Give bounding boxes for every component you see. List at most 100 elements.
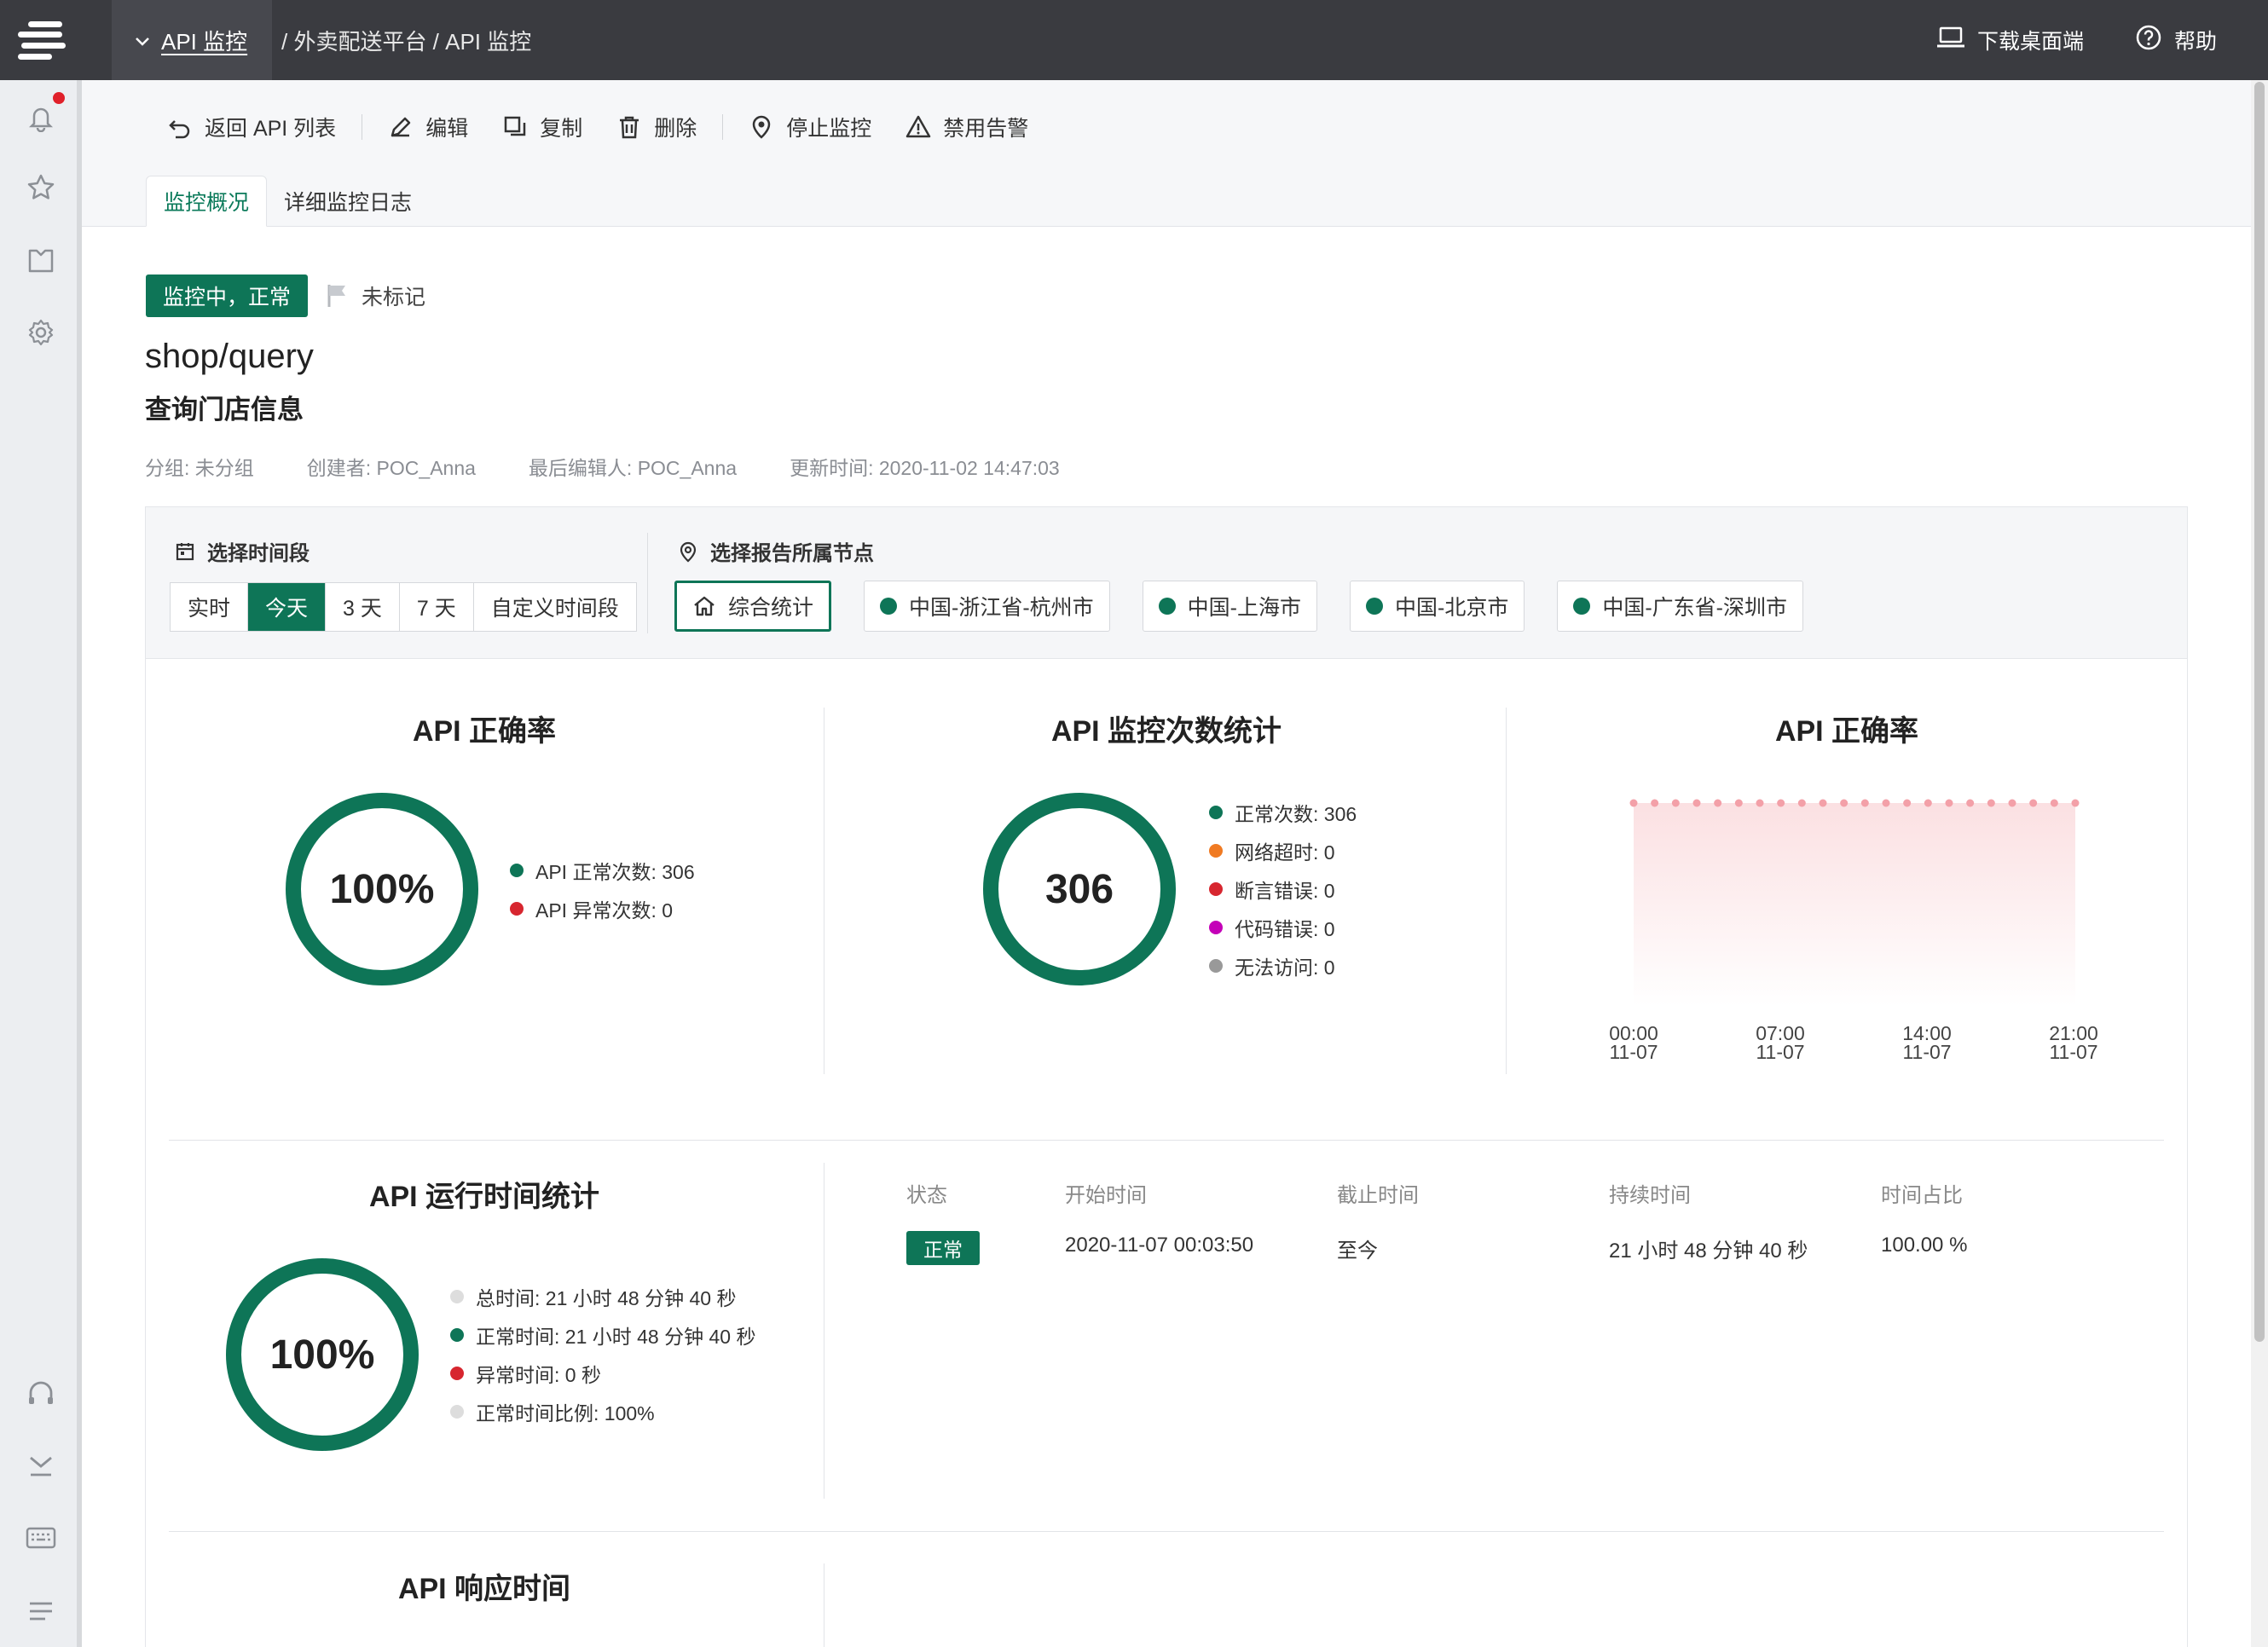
trend-title: API 正确率 bbox=[1774, 715, 1919, 748]
back-to-list-button[interactable]: 返回 API 列表 bbox=[150, 106, 353, 148]
api-name: 查询门店信息 bbox=[145, 395, 304, 425]
keyboard-icon[interactable] bbox=[24, 1521, 58, 1555]
table-header-start: 开始时间 bbox=[1065, 1184, 1147, 1207]
chart-point[interactable] bbox=[1714, 799, 1722, 807]
node-shenzhen[interactable]: 中国-广东省-深圳市 bbox=[1557, 581, 1803, 632]
legend-label: 异常时间: 0 秒 bbox=[476, 1363, 601, 1386]
chart-point[interactable] bbox=[2008, 799, 2016, 807]
back-arrow-icon bbox=[169, 120, 190, 139]
divider bbox=[647, 533, 648, 633]
node-shanghai[interactable]: 中国-上海市 bbox=[1142, 581, 1317, 632]
chart-point[interactable] bbox=[1945, 799, 1953, 807]
home-icon bbox=[694, 596, 715, 616]
time-range-title: 选择时间段 bbox=[175, 536, 310, 566]
copy-button[interactable]: 复制 bbox=[485, 106, 599, 148]
node-summary-label: 综合统计 bbox=[728, 596, 814, 620]
download-desktop-button[interactable]: 下载桌面端 bbox=[1936, 25, 2084, 55]
node-label: 中国-广东省-深圳市 bbox=[1602, 596, 1787, 620]
x-tick-label: 11-07 bbox=[1902, 1041, 1951, 1063]
chart-point[interactable] bbox=[1840, 799, 1849, 807]
x-tick-label: 11-07 bbox=[1756, 1041, 1804, 1063]
stop-monitoring-button[interactable]: 停止监控 bbox=[732, 106, 888, 148]
headset-icon[interactable] bbox=[24, 1376, 58, 1410]
chart-point[interactable] bbox=[1903, 799, 1912, 807]
app-logo[interactable] bbox=[0, 0, 82, 80]
chart-point[interactable] bbox=[1651, 799, 1659, 807]
chart-point[interactable] bbox=[1692, 799, 1701, 807]
scrollbar-thumb[interactable] bbox=[2254, 82, 2265, 1342]
legend-label: 代码错误: 0 bbox=[1235, 917, 1335, 940]
chart-point[interactable] bbox=[1966, 799, 1975, 807]
node-title: 选择报告所属节点 bbox=[678, 536, 874, 566]
edit-button[interactable]: 编辑 bbox=[371, 106, 485, 148]
time-option-today[interactable]: 今天 bbox=[248, 583, 327, 631]
chart-point[interactable] bbox=[1860, 799, 1869, 807]
api-group: 分组: 未分组 bbox=[145, 457, 254, 479]
chart-point[interactable] bbox=[1734, 799, 1743, 807]
tab-detail-log[interactable]: 详细监控日志 bbox=[267, 176, 429, 227]
chart-point[interactable] bbox=[1777, 799, 1785, 807]
edit-label: 编辑 bbox=[425, 117, 469, 141]
legend-item: API 异常次数: 0 bbox=[510, 889, 695, 928]
filter-bar: 选择时间段 实时 今天 3 天 7 天 自定义时间段 选择报告所属节点 综合统计… bbox=[146, 507, 2187, 659]
chart-point[interactable] bbox=[2029, 799, 2038, 807]
legend-dot bbox=[450, 1289, 464, 1303]
node-label: 中国-北京市 bbox=[1395, 596, 1509, 620]
legend-dot bbox=[1209, 843, 1223, 858]
x-tick-label: 11-07 bbox=[1609, 1041, 1658, 1063]
count-legend: 正常次数: 306 网络超时: 0 断言错误: 0 代码错误: 0 无法访问: … bbox=[1209, 793, 1357, 985]
table-header-duration: 持续时间 bbox=[1609, 1184, 1691, 1207]
time-option-custom[interactable]: 自定义时间段 bbox=[474, 583, 636, 631]
help-button[interactable]: 帮助 bbox=[2135, 24, 2217, 57]
chart-point[interactable] bbox=[1987, 799, 1995, 807]
mark-flag-button[interactable]: 未标记 bbox=[326, 278, 425, 314]
uptime-title: API 运行时间统计 bbox=[368, 1181, 600, 1213]
breadcrumb[interactable]: / 外卖配送平台 / API 监控 bbox=[281, 0, 531, 80]
table-cell-ratio: 100.00 % bbox=[1881, 1234, 1968, 1257]
chart-point[interactable] bbox=[1819, 799, 1827, 807]
table-header-end: 截止时间 bbox=[1337, 1184, 1419, 1207]
node-label: 中国-浙江省-杭州市 bbox=[909, 596, 1094, 620]
chart-point[interactable] bbox=[1756, 799, 1764, 807]
accuracy-title: API 正确率 bbox=[412, 715, 557, 748]
notification-bell-icon[interactable] bbox=[24, 101, 58, 135]
node-label: 中国-上海市 bbox=[1187, 596, 1301, 620]
star-icon[interactable] bbox=[24, 170, 58, 205]
chart-point[interactable] bbox=[2050, 799, 2058, 807]
download-icon[interactable] bbox=[24, 1449, 58, 1483]
legend-dot bbox=[450, 1366, 464, 1380]
table-cell-start: 2020-11-07 00:03:50 bbox=[1065, 1234, 1254, 1257]
chart-point[interactable] bbox=[1671, 799, 1680, 807]
node-hangzhou[interactable]: 中国-浙江省-杭州市 bbox=[864, 581, 1110, 632]
chart-point[interactable] bbox=[1629, 799, 1638, 807]
chart-point[interactable] bbox=[1924, 799, 1932, 807]
time-option-7days[interactable]: 7 天 bbox=[400, 583, 474, 631]
warning-triangle-icon bbox=[906, 115, 931, 138]
accuracy-trend-chart: 00:0011-0707:0011-0714:0011-0721:0011-07 bbox=[1609, 799, 2098, 1063]
disable-alert-button[interactable]: 禁用告警 bbox=[888, 106, 1045, 148]
node-summary[interactable]: 综合统计 bbox=[674, 581, 832, 632]
settings-gear-icon[interactable] bbox=[24, 315, 58, 350]
stop-monitoring-label: 停止监控 bbox=[786, 117, 872, 141]
module-switcher[interactable]: API 监控 bbox=[112, 0, 272, 80]
legend-dot bbox=[1209, 881, 1223, 896]
node-beijing[interactable]: 中国-北京市 bbox=[1350, 581, 1525, 632]
node-status-dot bbox=[1573, 598, 1591, 615]
legend-item: API 正常次数: 306 bbox=[510, 851, 695, 889]
disable-alert-label: 禁用告警 bbox=[943, 117, 1029, 141]
chart-area-fill bbox=[1634, 803, 2075, 1006]
chart-point[interactable] bbox=[2071, 799, 2080, 807]
shirt-icon[interactable] bbox=[24, 244, 58, 278]
delete-button[interactable]: 删除 bbox=[599, 106, 714, 148]
time-option-3days[interactable]: 3 天 bbox=[326, 583, 400, 631]
uptime-ring: 100% bbox=[226, 1258, 419, 1451]
tab-overview[interactable]: 监控概况 bbox=[146, 176, 268, 227]
legend-item: 网络超时: 0 bbox=[1209, 831, 1357, 870]
menu-list-icon[interactable] bbox=[24, 1594, 58, 1628]
trash-icon bbox=[620, 116, 639, 139]
chart-point[interactable] bbox=[1797, 799, 1806, 807]
chart-point[interactable] bbox=[1882, 799, 1890, 807]
legend-item: 正常时间比例: 100% bbox=[450, 1392, 755, 1430]
vertical-scrollbar[interactable] bbox=[2251, 80, 2268, 1647]
time-option-realtime[interactable]: 实时 bbox=[171, 583, 249, 631]
